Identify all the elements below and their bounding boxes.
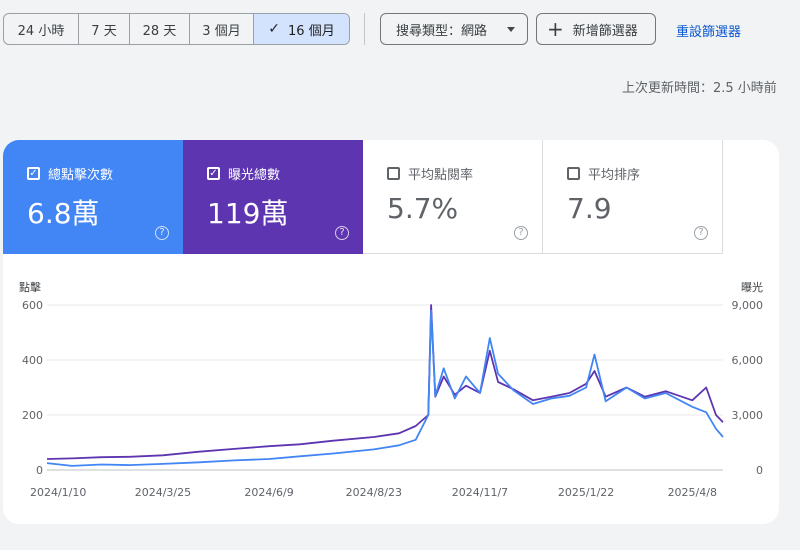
y-left-tick-label: 400 bbox=[22, 354, 43, 367]
performance-card: ✓ 總點擊次數 6.8萬 ? ✓ 曝光總數 119萬 ? 平均點閱率 5.7% … bbox=[3, 140, 779, 524]
search-type-dropdown[interactable]: 搜尋類型：網路 bbox=[380, 13, 528, 45]
last-updated-text: 上次更新時間：2.5 小時前 bbox=[622, 81, 777, 96]
date-range-group: 24 小時 7 天 28 天 3 個月 ✓ 16 個月 bbox=[3, 13, 350, 45]
search-type-label: 搜尋類型：網路 bbox=[396, 23, 488, 39]
dropdown-arrow-icon bbox=[507, 27, 515, 32]
performance-chart: 0 200 400 600 0 3,000 6,000 9,000 點擊 曝光 2024/1/10 2… bbox=[19, 280, 764, 499]
y-right-tick-label: 6,000 bbox=[732, 354, 764, 367]
x-tick-label: 2025/4/8 bbox=[668, 486, 717, 499]
x-tick-label: 2024/1/10 bbox=[30, 486, 86, 499]
plus-icon: + bbox=[547, 17, 564, 41]
x-tick-label: 2024/8/23 bbox=[346, 486, 402, 499]
y-left-tick-label: 600 bbox=[22, 299, 43, 312]
y-right-tick-label: 9,000 bbox=[732, 299, 764, 312]
y-left-axis-label: 點擊 bbox=[19, 280, 41, 294]
add-filter-button[interactable]: + 新增篩選器 bbox=[536, 13, 656, 45]
add-filter-label: 新增篩選器 bbox=[572, 23, 638, 39]
check-icon: ✓ bbox=[268, 21, 281, 37]
y-right-tick-label: 0 bbox=[756, 464, 763, 477]
range-24-hours-button[interactable]: 24 小時 bbox=[4, 14, 79, 44]
x-tick-label: 2024/6/9 bbox=[244, 486, 293, 499]
y-right-tick-label: 3,000 bbox=[732, 409, 764, 422]
range-7-days-button[interactable]: 7 天 bbox=[79, 14, 130, 44]
y-left-tick-label: 0 bbox=[36, 464, 43, 477]
y-left-tick-label: 200 bbox=[22, 409, 43, 422]
impressions-line bbox=[46, 304, 724, 460]
x-tick-label: 2024/3/25 bbox=[135, 486, 191, 499]
range-16-months-button[interactable]: ✓ 16 個月 bbox=[254, 14, 349, 44]
toolbar-divider bbox=[364, 13, 365, 45]
range-16-months-label: 16 個月 bbox=[288, 23, 335, 39]
reset-filters-link[interactable]: 重設篩選器 bbox=[676, 21, 741, 40]
clicks-line bbox=[46, 309, 724, 467]
x-tick-label: 2024/11/7 bbox=[452, 486, 508, 499]
range-3-months-button[interactable]: 3 個月 bbox=[190, 14, 254, 44]
range-28-days-button[interactable]: 28 天 bbox=[130, 14, 190, 44]
x-tick-label: 2025/1/22 bbox=[558, 486, 614, 499]
y-right-axis-label: 曝光 bbox=[741, 280, 763, 294]
